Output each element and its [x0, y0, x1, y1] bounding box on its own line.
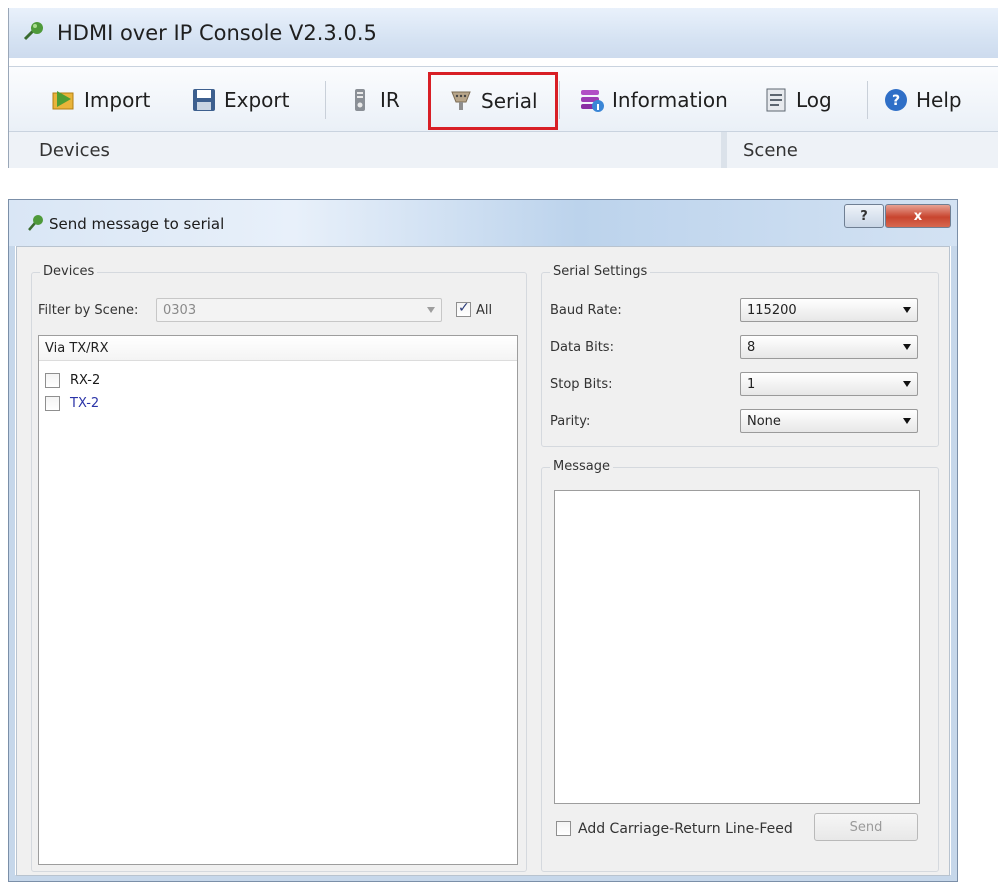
send-message-dialog: Send message to serial ? x Devices Filte…: [8, 199, 958, 882]
ir-icon: [355, 89, 365, 111]
stop-bits-select[interactable]: 1: [740, 372, 918, 396]
panel-splitter[interactable]: [721, 132, 727, 168]
device-label-rx-2: RX-2: [70, 372, 101, 388]
export-button[interactable]: Export: [183, 77, 297, 123]
log-label: Log: [796, 88, 832, 112]
ir-label: IR: [380, 88, 400, 112]
serial-button[interactable]: Serial: [428, 72, 558, 130]
ir-button[interactable]: IR: [339, 77, 408, 123]
baud-rate-label: Baud Rate:: [550, 303, 622, 318]
dialog-title: Send message to serial: [49, 215, 225, 233]
scene-filter-select[interactable]: 0303: [156, 298, 442, 322]
all-label: All: [476, 303, 493, 318]
chevron-down-icon: [903, 381, 911, 387]
baud-rate-select[interactable]: 115200: [740, 298, 918, 322]
crlf-checkbox[interactable]: [556, 821, 571, 836]
console-panel-headers: Devices Scene: [9, 132, 998, 168]
dialog-titlebar: Send message to serial ? x: [9, 200, 957, 246]
crlf-label: Add Carriage-Return Line-Feed: [578, 821, 793, 837]
devices-group: Devices Filter by Scene: 0303 All Via TX…: [31, 264, 527, 872]
import-button[interactable]: Import: [43, 77, 158, 123]
message-textarea[interactable]: [554, 490, 920, 804]
information-icon: [581, 90, 604, 112]
serial-icon: [451, 91, 471, 110]
devices-panel-title: Devices: [39, 140, 110, 161]
device-checkbox-tx-2[interactable]: [45, 395, 60, 411]
devices-group-title: Devices: [40, 264, 98, 279]
scene-filter-value: 0303: [163, 303, 197, 318]
import-label: Import: [84, 88, 151, 112]
scene-panel-title: Scene: [743, 140, 798, 161]
export-label: Export: [224, 88, 290, 112]
toolbar-separator: [559, 81, 560, 119]
console-toolbar: Import Export IR Serial Information Log …: [9, 66, 998, 132]
close-icon: x: [913, 208, 923, 224]
list-item[interactable]: RX-2: [45, 370, 100, 390]
device-checkbox-rx-2[interactable]: [45, 372, 60, 388]
send-button[interactable]: Send: [814, 813, 918, 841]
chevron-down-icon: [427, 307, 435, 313]
filter-by-scene-label: Filter by Scene:: [38, 303, 139, 318]
dialog-app-icon: [28, 215, 43, 231]
serial-label: Serial: [481, 89, 538, 113]
svg-text:?: ?: [892, 93, 900, 109]
console-titlebar: HDMI over IP Console V2.3.0.5: [9, 8, 998, 58]
parity-select[interactable]: None: [740, 409, 918, 433]
device-label-tx-2: TX-2: [70, 395, 100, 411]
toolbar-separator: [325, 81, 326, 119]
console-window: HDMI over IP Console V2.3.0.5 Import Exp…: [8, 8, 998, 168]
stop-bits-label: Stop Bits:: [550, 377, 613, 392]
data-bits-value: 8: [747, 340, 756, 355]
chevron-down-icon: [903, 344, 911, 350]
serial-settings-group: Serial Settings Baud Rate: 115200 Data B…: [541, 264, 939, 447]
stop-bits-value: 1: [747, 377, 756, 392]
information-button[interactable]: Information: [571, 77, 736, 123]
chevron-down-icon: [903, 418, 911, 424]
parity-label: Parity:: [550, 414, 591, 429]
log-button[interactable]: Log: [755, 77, 840, 123]
export-icon: [193, 89, 215, 111]
data-bits-select[interactable]: 8: [740, 335, 918, 359]
baud-rate-value: 115200: [747, 303, 797, 318]
help-label: Help: [916, 88, 962, 112]
help-icon: ?: [885, 89, 907, 111]
all-checkbox[interactable]: [456, 300, 471, 317]
message-group: Message Add Carriage-Return Line-Feed Se…: [541, 459, 939, 872]
message-group-title: Message: [550, 459, 613, 474]
dialog-close-button[interactable]: x: [885, 204, 951, 228]
information-label: Information: [612, 88, 728, 112]
log-icon: [766, 88, 786, 112]
dialog-help-button[interactable]: ?: [844, 204, 884, 228]
device-list-header: Via TX/RX: [39, 336, 517, 361]
list-item[interactable]: TX-2: [45, 393, 99, 413]
send-label: Send: [849, 819, 883, 835]
help-button[interactable]: ? Help: [875, 77, 970, 123]
help-question-icon: ?: [860, 208, 868, 224]
chevron-down-icon: [903, 307, 911, 313]
serial-settings-title: Serial Settings: [550, 264, 651, 279]
dialog-body: Devices Filter by Scene: 0303 All Via TX…: [16, 246, 950, 876]
app-logo-icon: [23, 22, 43, 41]
toolbar-separator: [867, 81, 868, 119]
device-list[interactable]: Via TX/RX RX-2 TX-2: [38, 335, 518, 865]
console-title: HDMI over IP Console V2.3.0.5: [57, 21, 377, 45]
parity-value: None: [747, 414, 781, 429]
import-icon: [52, 91, 74, 110]
data-bits-label: Data Bits:: [550, 340, 614, 355]
